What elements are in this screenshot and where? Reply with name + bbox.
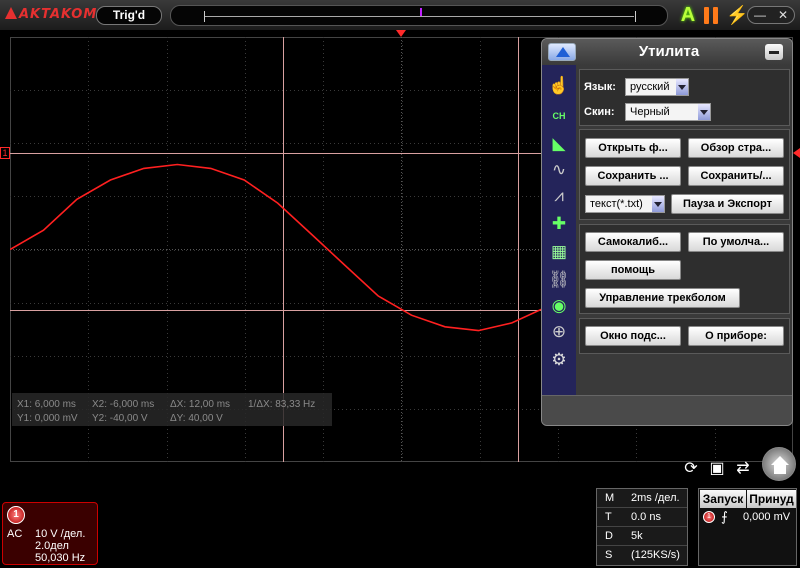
refresh-icon[interactable]: ⟳ — [680, 458, 702, 480]
skin-label: Скин: — [584, 106, 615, 118]
save-icon[interactable]: ▣ — [706, 458, 728, 480]
format-select[interactable]: текст(*.txt) — [585, 195, 665, 213]
timeline-start-tick — [204, 11, 205, 22]
close-icon[interactable]: ✕ — [771, 7, 795, 23]
channel-1-icon: 1 — [7, 506, 25, 524]
chevron-down-icon — [676, 79, 688, 95]
window-controls: — ✕ — [747, 6, 795, 24]
chevron-down-icon — [652, 196, 664, 212]
timebase-row: T 0.0 ns — [597, 508, 687, 527]
panel-minimize-button[interactable] — [765, 44, 783, 60]
save-button[interactable]: Сохранить ... — [585, 166, 681, 186]
channel-1-frequency: 50,030 Hz — [35, 552, 86, 564]
up-arrow-icon[interactable] — [548, 43, 576, 61]
trigger-panel: Запуск Принуд 1 ⨍ 0,000 mV — [698, 488, 797, 566]
channel-1-volts-div: 10 V /дел. — [35, 528, 86, 540]
trigger-level-marker[interactable] — [793, 148, 800, 158]
calibration-group: Самокалиб... По умолча... помощь Управле… — [579, 224, 790, 314]
link-icon[interactable]: ⛓ — [546, 267, 572, 293]
minimize-icon[interactable]: — — [748, 7, 772, 23]
trackball-control-button[interactable]: Управление трекболом — [585, 288, 740, 308]
logo: AKTAKOM — [5, 7, 97, 22]
pause-export-button[interactable]: Пауза и Экспорт — [671, 194, 784, 214]
cursor-delta-x: ΔX: 12,00 ms — [170, 399, 231, 410]
channel-1-coupling: AC — [7, 528, 23, 540]
trigger-channel-icon: 1 — [703, 511, 715, 523]
pause-icon[interactable] — [704, 7, 720, 24]
language-label: Язык: — [584, 81, 616, 93]
help-button[interactable]: помощь — [585, 260, 681, 280]
chevron-down-icon — [698, 104, 710, 120]
cursor-x2: X2: -6,000 ms — [92, 399, 155, 410]
language-select[interactable]: русский — [625, 78, 689, 96]
logo-text: AKTAKOM — [19, 7, 98, 22]
appearance-group: Язык: русский Скин: Черный — [579, 69, 790, 126]
cursor-y2: Y2: -40,00 V — [92, 413, 148, 424]
timeline-end-tick — [635, 11, 636, 22]
export-icon[interactable]: ⇄ — [732, 458, 754, 480]
trigger-position-marker[interactable] — [396, 30, 406, 37]
lightning-icon[interactable]: ⚡ — [726, 4, 748, 26]
timebase-row: M 2ms /дел. — [597, 489, 687, 508]
cursor-inv-delta-x: 1/ΔX: 83,33 Hz — [248, 399, 316, 410]
zoom-icon[interactable]: ⊕ — [546, 319, 572, 345]
timeline-position-marker[interactable] — [420, 8, 422, 16]
info-group: Окно подс... О приборе: — [579, 318, 790, 354]
default-button[interactable]: По умолча... — [688, 232, 784, 252]
utility-title: Утилита — [638, 43, 700, 60]
channel-1-offset: 2.0дел — [35, 540, 69, 552]
cursor-readout: X1: 6,000 ms X2: -6,000 ms ΔX: 12,00 ms … — [12, 393, 332, 426]
utility-panel: Утилита ☝ CH ◣ ∿ ⩘ ✚ ▦ ⛓ ◉ ⊕ ⚙ Язык: рус… — [541, 38, 793, 426]
calculator-icon[interactable]: ▦ — [546, 239, 572, 265]
self-calibration-button[interactable]: Самокалиб... — [585, 232, 681, 252]
utility-header: Утилита — [542, 39, 792, 65]
file-group: Открыть ф... Обзор стра... Сохранить ...… — [579, 129, 790, 220]
hand-icon[interactable]: ☝ — [546, 73, 572, 99]
cursor-delta-y: ΔY: 40,00 V — [170, 413, 223, 424]
cursor-icon[interactable]: ✚ — [546, 211, 572, 237]
home-icon[interactable] — [762, 447, 796, 481]
force-trigger-button[interactable]: Принуд — [747, 490, 796, 508]
cursor-y1: Y1: 0,000 mV — [17, 413, 78, 424]
trigger-level: 0,000 mV — [743, 511, 791, 523]
timeline-bar[interactable] — [170, 5, 668, 26]
auto-button[interactable]: A — [678, 4, 698, 26]
browse-button[interactable]: Обзор стра... — [688, 138, 784, 158]
logo-icon — [5, 7, 17, 19]
format-value: текст(*.txt) — [590, 198, 643, 210]
timebase-row: D 5k — [597, 527, 687, 546]
save-as-button[interactable]: Сохранить/... — [688, 166, 784, 186]
language-value: русский — [630, 81, 670, 93]
math-wave-icon[interactable]: ⩘ — [546, 183, 572, 209]
utility-body: Язык: русский Скин: Черный Открыть ф... … — [576, 65, 792, 395]
cursor-x1: X1: 6,000 ms — [17, 399, 76, 410]
timebase-row: S (125KS/s) — [605, 549, 680, 561]
toggle-icon[interactable]: ◉ — [546, 293, 572, 319]
utility-footer — [542, 395, 792, 425]
open-file-button[interactable]: Открыть ф... — [585, 138, 681, 158]
ruler-icon[interactable]: ◣ — [546, 131, 572, 157]
channel-1-offset-marker[interactable]: 1 — [0, 147, 10, 159]
trigger-status-badge: Trig'd — [96, 6, 162, 25]
wave-icon[interactable]: ∿ — [546, 157, 572, 183]
skin-select[interactable]: Черный — [625, 103, 711, 121]
run-button[interactable]: Запуск — [700, 490, 746, 508]
about-button[interactable]: О приборе: — [688, 326, 784, 346]
skin-value: Черный — [630, 106, 670, 118]
ch-icon[interactable]: CH — [546, 103, 572, 129]
timebase-panel[interactable]: M 2ms /дел. T 0.0 ns D 5k S (125KS/s) — [596, 488, 688, 566]
timeline-line — [204, 16, 634, 17]
top-bar: AKTAKOM Trig'd A ⚡ — ✕ — [0, 0, 800, 30]
hint-window-button[interactable]: Окно подс... — [585, 326, 681, 346]
gear-icon[interactable]: ⚙ — [546, 347, 572, 373]
utility-sidebar: ☝ CH ◣ ∿ ⩘ ✚ ▦ ⛓ ◉ ⊕ ⚙ — [542, 65, 576, 395]
channel-1-panel[interactable]: 1 AC 10 V /дел. 2.0дел 50,030 Hz — [2, 502, 98, 565]
rising-edge-icon[interactable]: ⨍ — [721, 509, 728, 525]
